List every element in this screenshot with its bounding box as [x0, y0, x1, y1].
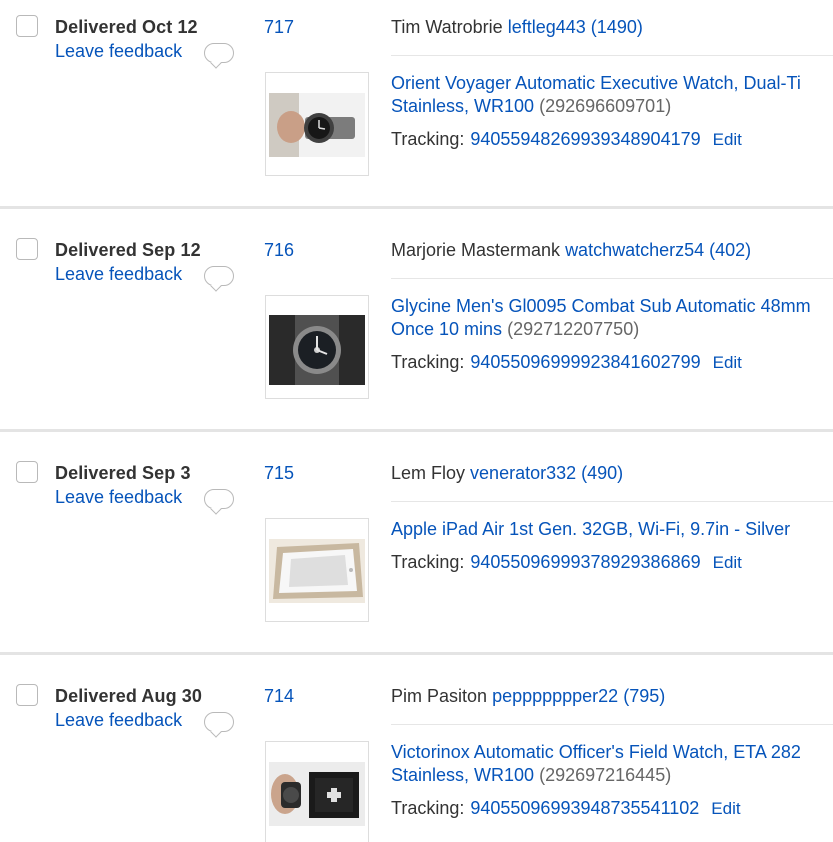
buyer-info: Lem Floy venerator332 (490): [391, 463, 623, 484]
item-thumbnail[interactable]: [265, 72, 369, 176]
buyer-info: Tim Watrobrie leftleg443 (1490): [391, 17, 643, 38]
item-number: (292696609701): [539, 96, 672, 116]
item-title: Glycine Men's Gl0095 Combat Sub Automati…: [391, 295, 833, 341]
row-divider: [391, 278, 833, 279]
tracking-number-link[interactable]: 94055096999923841602799: [470, 352, 700, 372]
buyer-feedback-score-link[interactable]: (490): [581, 463, 623, 483]
tracking-info: Tracking: 94055096999923841602799 Edit: [391, 352, 742, 373]
item-title-link[interactable]: Glycine Men's Gl0095 Combat Sub Automati…: [391, 296, 811, 316]
item-title: Victorinox Automatic Officer's Field Wat…: [391, 741, 833, 787]
watch-photo: [269, 315, 365, 385]
sales-record-number[interactable]: 715: [264, 463, 294, 484]
leave-feedback-link[interactable]: Leave feedback: [55, 710, 182, 731]
tracking-info: Tracking: 94055096999378929386869 Edit: [391, 552, 742, 573]
order-separator: [0, 429, 833, 432]
leave-feedback-link[interactable]: Leave feedback: [55, 41, 182, 62]
buyer-name: Tim Watrobrie: [391, 17, 503, 37]
item-thumbnail[interactable]: [265, 741, 369, 842]
item-title: Orient Voyager Automatic Executive Watch…: [391, 72, 833, 118]
tracking-info: Tracking: 94055948269939348904179 Edit: [391, 129, 742, 150]
select-checkbox[interactable]: [16, 684, 38, 706]
tracking-label: Tracking:: [391, 798, 465, 818]
delivery-status: Delivered Oct 12: [55, 17, 198, 37]
tracking-label: Tracking:: [391, 129, 465, 149]
row-divider: [391, 55, 833, 56]
buyer-user-id-link[interactable]: watchwatcherz54: [565, 240, 704, 260]
delivery-status: Delivered Aug 30: [55, 686, 202, 706]
item-number: (292697216445): [539, 765, 672, 785]
buyer-feedback-score-link[interactable]: (795): [623, 686, 665, 706]
item-thumbnail[interactable]: [265, 295, 369, 399]
order-row: Delivered Sep 3 Leave feedback 715 Lem F…: [0, 446, 833, 669]
item-title-link[interactable]: Victorinox Automatic Officer's Field Wat…: [391, 742, 801, 762]
buyer-user-id-link[interactable]: venerator332: [470, 463, 576, 483]
order-row: Delivered Aug 30 Leave feedback 714 Pim …: [0, 669, 833, 842]
sales-record-number[interactable]: 716: [264, 240, 294, 261]
edit-tracking-link[interactable]: Edit: [711, 799, 740, 818]
order-separator: [0, 652, 833, 655]
sales-record-number[interactable]: 714: [264, 686, 294, 707]
tracking-info: Tracking: 94055096993948735541102 Edit: [391, 798, 741, 819]
tracking-number-link[interactable]: 94055096993948735541102: [470, 798, 699, 818]
message-bubble-icon[interactable]: [204, 266, 234, 286]
edit-tracking-link[interactable]: Edit: [713, 353, 742, 372]
item-number: (292712207750): [507, 319, 640, 339]
delivery-status: Delivered Sep 12: [55, 240, 201, 260]
tracking-number-link[interactable]: 94055948269939348904179: [470, 129, 700, 149]
tablet-photo: [269, 539, 365, 603]
edit-tracking-link[interactable]: Edit: [713, 130, 742, 149]
tracking-label: Tracking:: [391, 352, 465, 372]
select-checkbox[interactable]: [16, 15, 38, 37]
select-checkbox[interactable]: [16, 238, 38, 260]
buyer-feedback-score-link[interactable]: (1490): [591, 17, 643, 37]
tracking-number-link[interactable]: 94055096999378929386869: [470, 552, 700, 572]
leave-feedback-link[interactable]: Leave feedback: [55, 264, 182, 285]
item-title-link-line2[interactable]: Once 10 mins: [391, 319, 502, 339]
buyer-user-id-link[interactable]: leftleg443: [508, 17, 586, 37]
tracking-label: Tracking:: [391, 552, 465, 572]
watch-photo: [269, 93, 365, 157]
watch-box-photo: [269, 762, 365, 826]
item-title-link-line2[interactable]: Stainless, WR100: [391, 96, 534, 116]
row-divider: [391, 724, 833, 725]
item-title: Apple iPad Air 1st Gen. 32GB, Wi-Fi, 9.7…: [391, 518, 833, 541]
item-title-link[interactable]: Orient Voyager Automatic Executive Watch…: [391, 73, 801, 93]
message-bubble-icon[interactable]: [204, 489, 234, 509]
message-bubble-icon[interactable]: [204, 712, 234, 732]
buyer-feedback-score-link[interactable]: (402): [709, 240, 751, 260]
select-checkbox[interactable]: [16, 461, 38, 483]
edit-tracking-link[interactable]: Edit: [713, 553, 742, 572]
order-row: Delivered Sep 12 Leave feedback 716 Marj…: [0, 223, 833, 446]
item-title-link-line2[interactable]: Stainless, WR100: [391, 765, 534, 785]
sales-record-number[interactable]: 717: [264, 17, 294, 38]
buyer-name: Marjorie Mastermank: [391, 240, 561, 260]
leave-feedback-link[interactable]: Leave feedback: [55, 487, 182, 508]
delivery-status: Delivered Sep 3: [55, 463, 191, 483]
row-divider: [391, 501, 833, 502]
buyer-name: Lem Floy: [391, 463, 466, 483]
buyer-info: Marjorie Mastermank watchwatcherz54 (402…: [391, 240, 751, 261]
message-bubble-icon[interactable]: [204, 43, 234, 63]
item-thumbnail[interactable]: [265, 518, 369, 622]
order-separator: [0, 206, 833, 209]
buyer-name: Pim Pasiton: [391, 686, 488, 706]
buyer-info: Pim Pasiton peppppppper22 (795): [391, 686, 665, 707]
buyer-user-id-link[interactable]: peppppppper22: [492, 686, 618, 706]
item-title-link[interactable]: Apple iPad Air 1st Gen. 32GB, Wi-Fi, 9.7…: [391, 519, 790, 539]
order-row: Delivered Oct 12 Leave feedback 717 Tim …: [0, 0, 833, 223]
